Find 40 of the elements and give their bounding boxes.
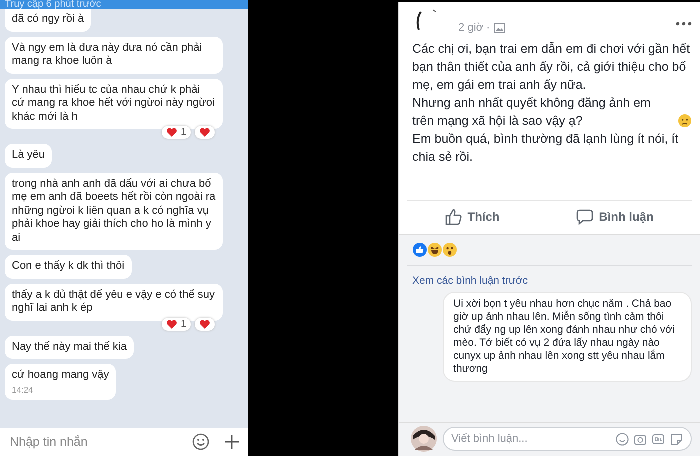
message-text: Y nhau thì hiểu tc của nhau chứ k phải cứ mang ra khoe hết với ngừoi này ngừoi khác mới là h: [12, 84, 216, 124]
photo-icon: [494, 23, 506, 33]
message-text: trong nhà anh anh đã dấu với ai chưa bố mẹ em anh đã boeets hết rồi còn ngoài ra những ngừoi k liên quan a k có nghĩa vụ phải khoe hay giải thích cho ho là mình y ai: [12, 178, 216, 245]
comment-input[interactable]: Viết bình luận...: [442, 427, 692, 451]
heart-reaction-button[interactable]: [194, 126, 215, 139]
message-text: đã có ngy rồi à: [12, 13, 84, 26]
like-button[interactable]: Thích: [438, 206, 506, 228]
surprised-face-icon: [442, 243, 457, 257]
sticker-icon: [670, 432, 683, 446]
message-text: thấy a k đủ thật để yêu e vậy e có thể suy nghĩ lai anh k ép: [12, 288, 216, 316]
previous-comments-link[interactable]: Xem các bình luận trước: [406, 266, 692, 292]
smiley-icon: [616, 432, 629, 446]
heart-icon: [198, 318, 211, 330]
post-text: Các chị ơi, bạn trai em dẫn em đi chơi với gần hết bạn thân thiết của anh ấy rồi, cả giới thiệu cho bố mẹ, em gái em trai anh ấy nữa.: [412, 41, 692, 94]
speech-bubble-icon: [576, 208, 594, 226]
message-text: Nay thế này mai thế kia: [12, 340, 127, 354]
status-text: Truy cập 6 phút trước: [0, 0, 248, 9]
thumbs-up-icon: [444, 208, 463, 226]
heart-icon: [198, 127, 211, 138]
plus-icon: [224, 434, 240, 450]
more-icon: [676, 22, 692, 26]
gif-icon: [652, 432, 665, 446]
smiley-icon: [192, 433, 210, 451]
message-input[interactable]: Nhập tin nhắn: [8, 434, 178, 450]
message-text: Là yêu: [12, 149, 46, 162]
message-time: 14:24: [12, 384, 34, 394]
message-text: Con e thấy k dk thì thôi: [12, 260, 125, 274]
message-text: Và ngy em là đưa này đưa nó cần phải mang ra khoe luôn à: [12, 42, 204, 68]
message-text: cứ hoang mang vậy: [12, 369, 110, 382]
comment-button[interactable]: Bình luận: [570, 206, 660, 228]
reaction-count: 1: [162, 126, 191, 139]
heart-icon: [166, 318, 178, 330]
post-time: 2 giờ ·: [458, 22, 490, 34]
heart-icon: [166, 127, 178, 138]
comment-text: Ui xời bọn t yêu nhau hơn chục năm . Chả bao giờ up ảnh nhau lên. Miễn sống tình cảm thôi chứ đẩy ng up lên xong đánh nhau như chó với mèo. Tớ biết có vụ 2 đứa lấy nhau ngày nào cunyx up ảnh nhau lên xong stt yêu nhau lắm thương: [454, 298, 676, 376]
post-text: Nhưng anh nhất quyết không đăng ảnh em trên mạng xã hội là sao vậy ạ?: [412, 95, 652, 130]
like-reaction-icon: [412, 243, 427, 257]
camera-icon: [634, 432, 647, 446]
laughing-face-icon: [428, 243, 442, 257]
post-text: Em buồn quá, bình thường đã lạnh lùng ít nói, ít chia sẻ rồi.: [412, 131, 680, 166]
